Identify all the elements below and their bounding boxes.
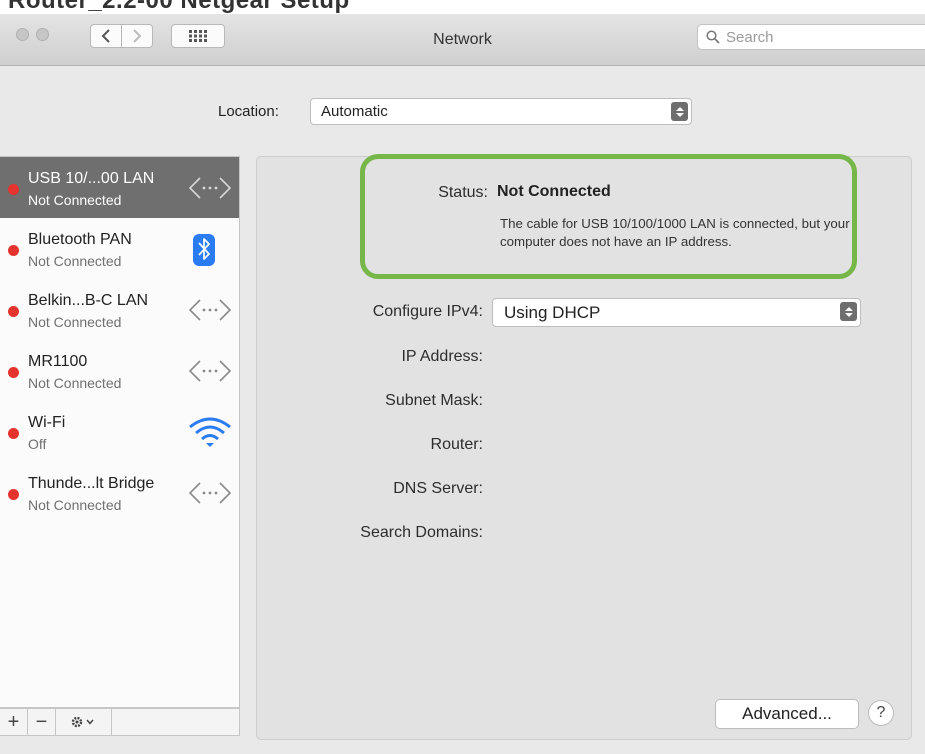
updown-arrows-icon (840, 302, 857, 321)
service-status: Not Connected (28, 253, 122, 269)
action-menu-button[interactable] (56, 709, 112, 735)
ethernet-icon (188, 360, 232, 382)
service-status: Off (28, 436, 47, 452)
window-title-strip: Router_2.2-00 Netgear Setup (0, 0, 925, 14)
bluetooth-icon (193, 234, 215, 266)
service-item-bluetooth-pan[interactable]: Bluetooth PAN Not Connected (0, 218, 239, 279)
search-icon (706, 30, 720, 44)
service-name: Thunde...lt Bridge (28, 475, 155, 492)
toolbar: Network Search (0, 14, 925, 66)
search-placeholder: Search (726, 28, 774, 46)
add-service-button[interactable]: + (0, 709, 28, 735)
service-status: Not Connected (28, 497, 122, 513)
router-label: Router: (430, 436, 483, 453)
remove-service-button[interactable]: − (28, 709, 56, 735)
status-dot (8, 367, 19, 378)
service-item-belkin-lan[interactable]: Belkin...B-C LAN Not Connected (0, 279, 239, 340)
ethernet-icon (188, 299, 232, 321)
service-item-thunderbolt-bridge[interactable]: Thunde...lt Bridge Not Connected (0, 462, 239, 523)
service-list-controls: + − (0, 708, 240, 736)
location-value: Automatic (321, 103, 388, 120)
configure-ipv4-select[interactable]: Using DHCP (492, 298, 861, 327)
service-name: MR1100 (28, 353, 88, 370)
status-value: Not Connected (497, 183, 611, 200)
status-description: The cable for USB 10/100/1000 LAN is con… (500, 216, 850, 249)
top-title-text: Router_2.2-00 Netgear Setup (8, 0, 350, 14)
service-item-usb-lan[interactable]: USB 10/...00 LAN Not Connected (0, 157, 239, 218)
configure-ipv4-label: Configure IPv4: (372, 303, 483, 320)
location-label: Location: (218, 103, 279, 120)
service-name: Belkin...B-C LAN (28, 292, 149, 309)
dns-server-label: DNS Server: (393, 480, 483, 497)
status-dot (8, 184, 19, 195)
service-name: Bluetooth PAN (28, 231, 132, 248)
service-status: Not Connected (28, 314, 122, 330)
status-dot (8, 245, 19, 256)
help-button[interactable]: ? (868, 700, 894, 726)
search-input[interactable]: Search (697, 24, 925, 50)
controls-spacer (112, 709, 239, 735)
status-dot (8, 306, 19, 317)
status-dot (8, 489, 19, 500)
status-label: Status: (438, 184, 488, 201)
service-list: USB 10/...00 LAN Not Connected Bluetooth… (0, 156, 240, 708)
ip-address-label: IP Address: (401, 348, 483, 365)
service-item-wifi[interactable]: Wi-Fi Off (0, 401, 239, 462)
service-status: Not Connected (28, 375, 122, 391)
location-select[interactable]: Automatic (310, 98, 692, 125)
wifi-icon (189, 417, 231, 447)
service-status: Not Connected (28, 192, 122, 208)
status-dot (8, 428, 19, 439)
service-item-mr1100[interactable]: MR1100 Not Connected (0, 340, 239, 401)
ethernet-icon (188, 482, 232, 504)
service-name: USB 10/...00 LAN (28, 170, 155, 187)
updown-arrows-icon (671, 102, 688, 121)
gear-menu-icon (71, 716, 94, 728)
configure-ipv4-value: Using DHCP (504, 303, 601, 322)
service-name: Wi-Fi (28, 414, 66, 431)
ethernet-icon (188, 177, 232, 199)
subnet-mask-label: Subnet Mask: (385, 392, 483, 409)
advanced-button[interactable]: Advanced... (715, 699, 859, 729)
search-domains-label: Search Domains: (360, 524, 483, 541)
